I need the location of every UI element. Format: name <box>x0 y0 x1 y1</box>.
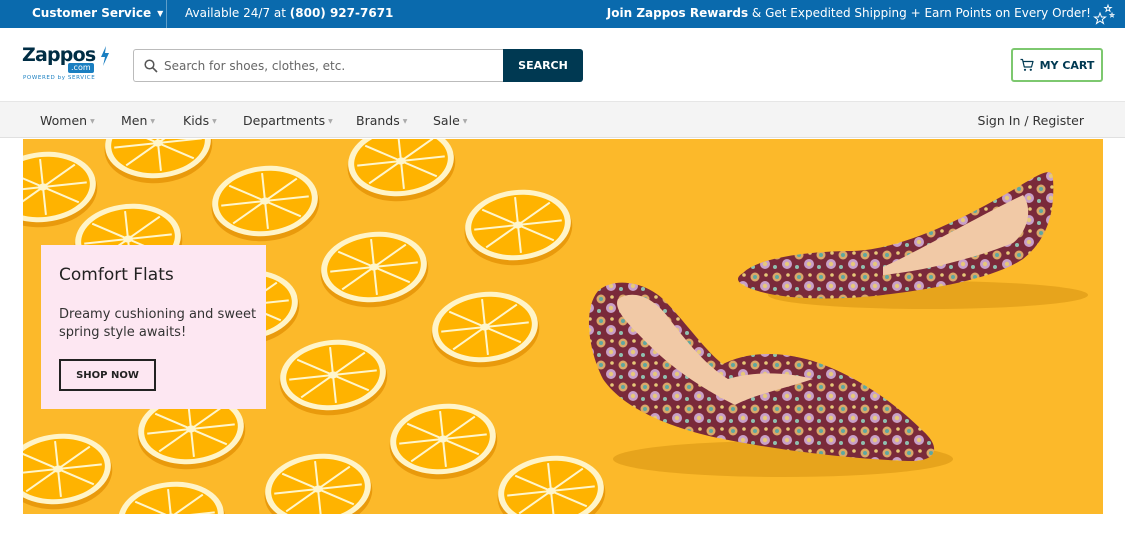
chevron-down-icon: ▼ <box>402 118 408 125</box>
nav-item-women[interactable]: Women ▼ <box>40 113 95 128</box>
promo-description: Dreamy cushioning and sweet spring style… <box>59 307 257 340</box>
top-utility-bar: Customer Service ▼ Available 24/7 at (80… <box>0 0 1125 28</box>
chevron-down-icon: ▼ <box>212 118 217 125</box>
phone-number[interactable]: (800) 927-7671 <box>290 6 394 20</box>
search-bar: SEARCH <box>133 49 583 82</box>
chevron-down-icon: ▼ <box>90 118 95 125</box>
search-input[interactable] <box>134 50 503 81</box>
cart-icon <box>1020 58 1034 71</box>
customer-service-label: Customer Service <box>32 6 152 20</box>
logo-domain: .com <box>68 63 94 73</box>
logo-tagline: POWERED by SERVICE <box>23 75 96 81</box>
main-navigation: Women ▼ Men ▼ Kids ▼ Departments ▼ Brands ▼ S… <box>0 101 1125 138</box>
nav-item-label: Women <box>40 113 88 128</box>
search-button[interactable]: SEARCH <box>503 49 583 82</box>
nav-item-sale[interactable]: Sale ▼ <box>433 113 467 128</box>
nav-item-label: Departments <box>243 113 326 128</box>
nav-item-label: Sale <box>433 113 460 128</box>
chevron-down-icon: ▼ <box>462 118 468 125</box>
hero-banner[interactable]: Comfort Flats Dreamy cushioning and swee… <box>23 139 1103 514</box>
nav-item-kids[interactable]: Kids ▼ <box>183 113 217 128</box>
chevron-down-icon: ▼ <box>328 118 333 125</box>
promo-card: Comfort Flats Dreamy cushioning and swee… <box>41 245 266 409</box>
search-icon <box>144 59 158 73</box>
availability-text: Available 24/7 at (800) 927-7671 <box>185 6 393 20</box>
promo-title: Comfort Flats <box>59 265 174 285</box>
chevron-down-icon: ▼ <box>157 8 164 18</box>
availability-prefix: Available 24/7 at <box>185 6 290 20</box>
nav-item-label: Brands <box>356 113 400 128</box>
site-header: Zappos .com POWERED by SERVICE SEARCH MY… <box>0 28 1125 101</box>
chevron-down-icon: ▼ <box>150 118 156 125</box>
nav-item-label: Men <box>121 113 148 128</box>
nav-item-men[interactable]: Men ▼ <box>121 113 155 128</box>
nav-item-departments[interactable]: Departments ▼ <box>243 113 333 128</box>
search-field <box>133 49 503 82</box>
nav-item-brands[interactable]: Brands ▼ <box>356 113 407 128</box>
rewards-promo[interactable]: Join Zappos Rewards & Get Expedited Ship… <box>607 6 1091 20</box>
logo-wordmark: Zappos <box>22 44 96 66</box>
cart-label: MY CART <box>1039 58 1095 72</box>
topbar-divider <box>166 0 167 28</box>
sign-in-register-link[interactable]: Sign In / Register <box>978 113 1084 128</box>
nav-item-label: Kids <box>183 113 210 128</box>
logo-shoe-icon <box>101 46 109 66</box>
rewards-join-link[interactable]: Join Zappos Rewards <box>607 6 748 20</box>
stars-icon <box>1093 3 1115 25</box>
rewards-benefits-text: & Get Expedited Shipping + Earn Points o… <box>748 6 1091 20</box>
shop-now-button[interactable]: SHOP NOW <box>59 359 156 391</box>
my-cart-button[interactable]: MY CART <box>1011 48 1103 82</box>
customer-service-menu[interactable]: Customer Service ▼ <box>32 6 163 20</box>
zappos-logo[interactable]: Zappos .com POWERED by SERVICE <box>22 45 112 85</box>
